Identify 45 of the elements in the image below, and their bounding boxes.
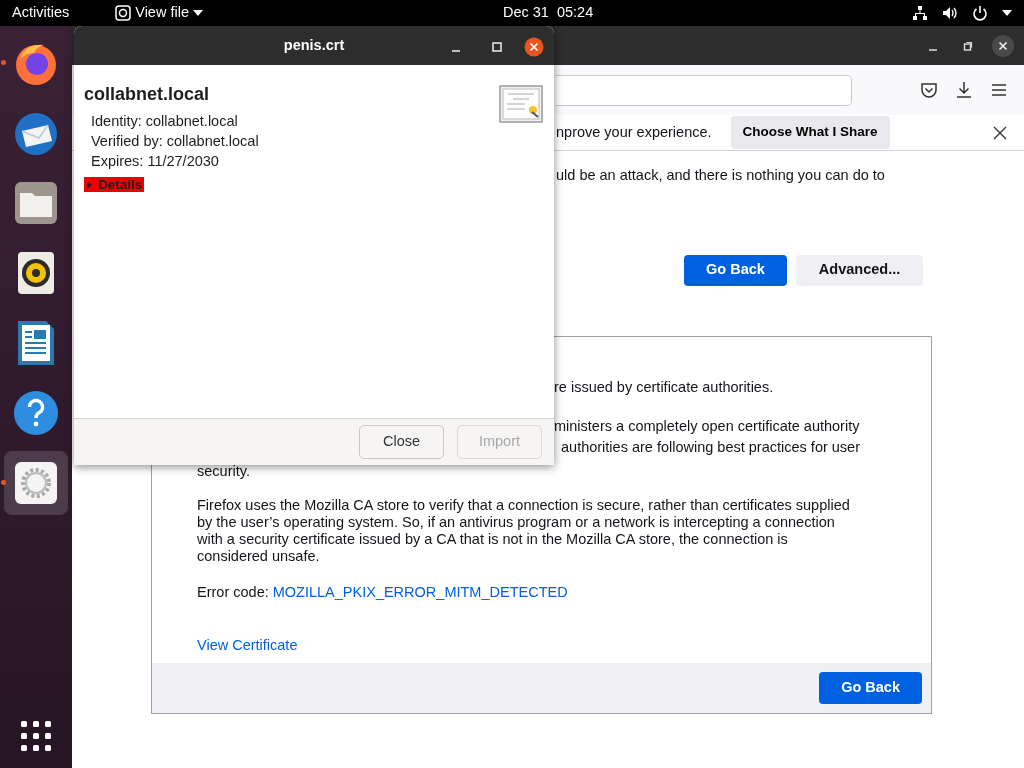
power-icon[interactable] (972, 5, 988, 21)
app-icon (115, 5, 132, 21)
minimize-icon (452, 49, 460, 52)
download-icon[interactable] (955, 81, 973, 99)
view-certificate-link[interactable]: View Certificate (197, 636, 298, 653)
dock-item[interactable] (4, 451, 68, 515)
advanced-text: re issued by certificate authorities. (554, 377, 774, 397)
pocket-icon[interactable] (920, 81, 938, 99)
certificate-name: collabnet.local (84, 83, 211, 106)
network-icon[interactable] (912, 5, 928, 21)
minimize-icon (929, 48, 937, 51)
certificate-field: Identity: collabnet.local (84, 111, 499, 131)
advanced-button[interactable]: Advanced... (795, 254, 924, 286)
app-menu[interactable]: View file (115, 2, 203, 24)
expander-icon (86, 180, 94, 189)
certificate-field: Expires: 11/27/2030 (84, 151, 499, 171)
go-back-button[interactable]: Go Back (819, 671, 922, 704)
clock[interactable]: Dec 31 05:24 (502, 2, 594, 24)
maximize-icon (492, 42, 502, 53)
window-title: penis.crt (283, 35, 345, 55)
advanced-paragraph: Firefox uses the Mozilla CA store to verify that a connection is secure, rather than certificates supplied by the user’s operating system. So, if an antivirus program or a network is intercepting a connection with a security certificate issued by a CA that is not in the Mozilla CA store, the connection is considered unsafe. (196, 496, 851, 565)
folder-icon (12, 179, 60, 227)
details-expander[interactable]: Details (84, 177, 145, 192)
settings-icon (12, 459, 60, 507)
choose-what-i-share-button[interactable]: Choose What I Share (730, 116, 890, 149)
error-code-link[interactable]: MOZILLA_PKIX_ERROR_MITM_DETECTED (272, 581, 568, 604)
notification-text: nprove your experience. (556, 122, 712, 142)
close-icon[interactable] (993, 125, 1007, 140)
certificate-field: Verified by: collabnet.local (84, 131, 499, 151)
caret-icon[interactable] (1002, 10, 1012, 16)
error-code-label: Error code: (197, 582, 269, 602)
grid-icon (20, 720, 52, 752)
advanced-text: security. (196, 462, 251, 481)
menu-icon[interactable] (990, 81, 1008, 99)
volume-icon[interactable] (942, 5, 958, 21)
warning-text: uld be an attack, and there is nothing you can do to (556, 166, 885, 185)
help-icon (12, 389, 60, 437)
advanced-text: ministers a completely open certificate authority (554, 416, 860, 436)
advanced-text: authorities are following best practices for user (561, 438, 860, 458)
certificate-icon (499, 85, 543, 123)
close-button[interactable]: Close (359, 425, 444, 459)
restore-icon (963, 41, 973, 52)
activities-button[interactable]: Activities (12, 2, 70, 24)
caret-icon (192, 10, 203, 16)
go-back-button[interactable]: Go Back (684, 254, 787, 286)
